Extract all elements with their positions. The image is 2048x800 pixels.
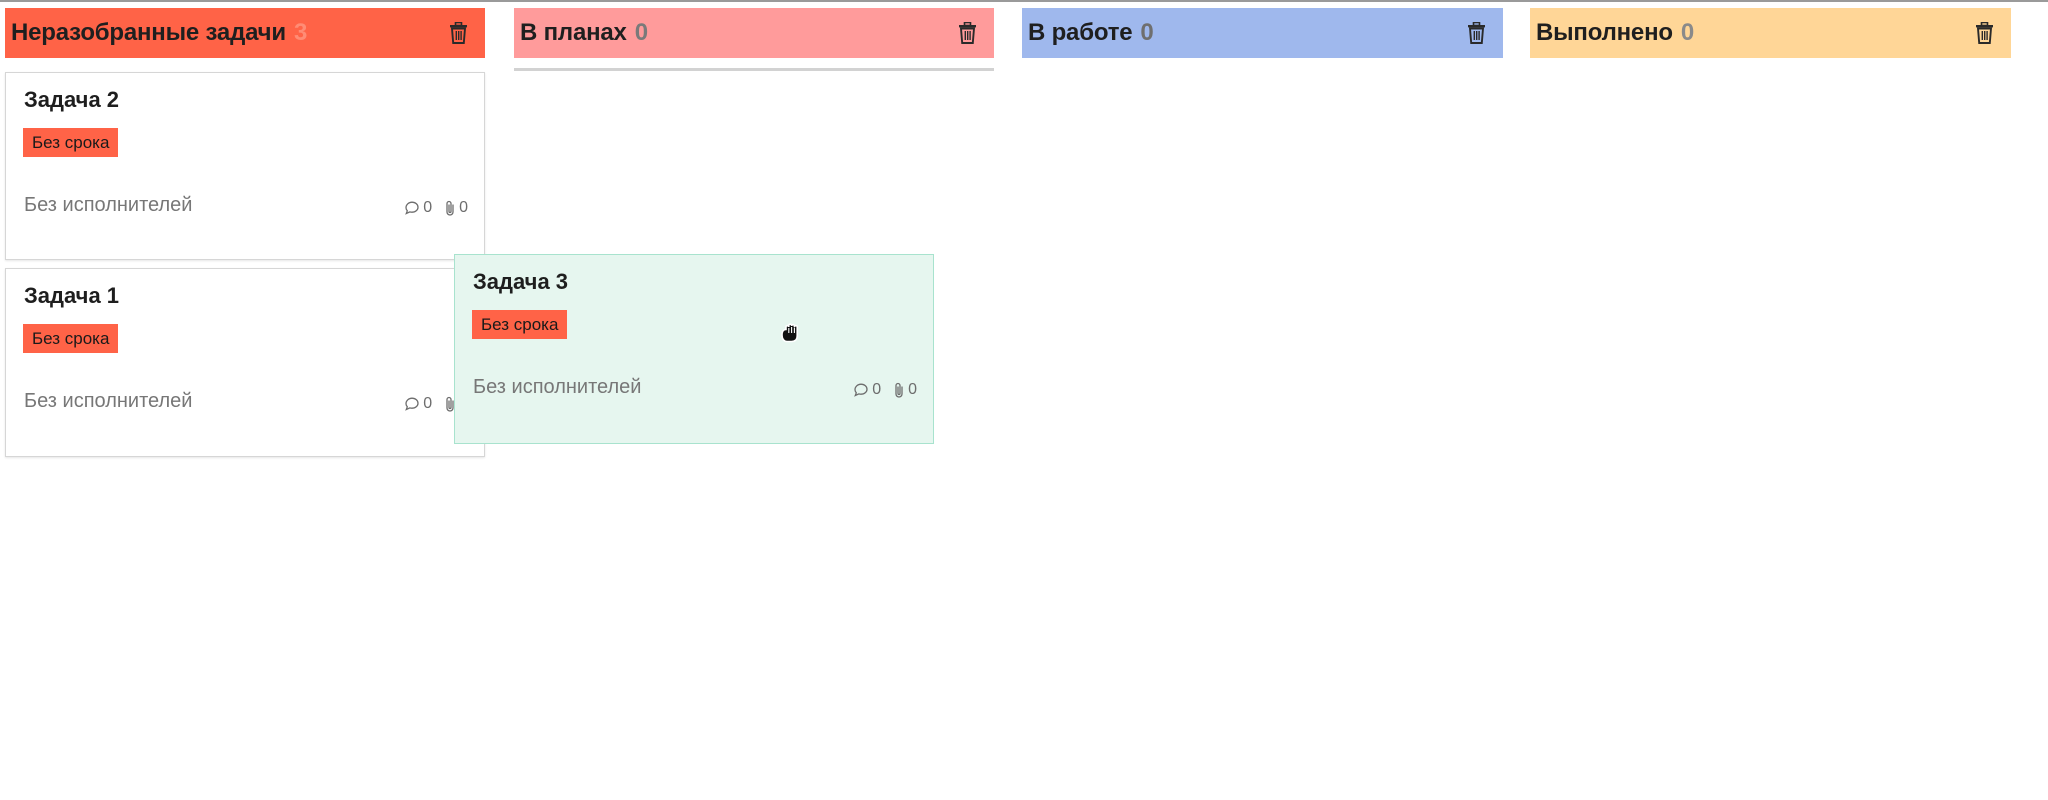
column-count: 0: [1140, 19, 1154, 46]
column-title: В планах: [520, 19, 627, 46]
deadline-badge: Без срока: [472, 310, 568, 339]
paperclip-icon: [893, 381, 905, 399]
card-meta: 0 0: [853, 381, 917, 399]
assignees-label: Без исполнителей: [473, 376, 642, 398]
column-count: 0: [1680, 19, 1695, 46]
paperclip-icon: [444, 199, 456, 217]
card-meta: 0 0: [404, 199, 468, 217]
task-title: Задача 1: [24, 283, 120, 308]
task-card[interactable]: Задача 2 Без срока Без исполнителей 0 0: [5, 72, 485, 260]
column-title-group: В планах 0: [520, 19, 648, 47]
column-title-group: Неразобранные задачи 3: [11, 19, 307, 47]
trash-icon: [449, 22, 467, 44]
attachments-count: 0: [459, 199, 468, 216]
delete-column-button[interactable]: [1969, 18, 1999, 48]
attachments-count: 0: [908, 381, 917, 398]
deadline-badge: Без срока: [23, 324, 119, 353]
column-header-unsorted: Неразобранные задачи 3: [5, 8, 485, 58]
comments-count: 0: [423, 199, 433, 216]
comments-count: 0: [872, 381, 882, 398]
column-title: Выполнено: [1536, 19, 1673, 46]
comment-bubble-icon: [853, 382, 869, 398]
column-header-planned: В планах 0: [514, 8, 994, 58]
trash-icon: [1975, 22, 1993, 44]
task-card[interactable]: Задача 1 Без срока Без исполнителей 0 0: [5, 268, 485, 457]
drop-placeholder: [514, 68, 994, 71]
top-divider: [0, 0, 2048, 2]
task-title: Задача 2: [24, 87, 120, 112]
delete-column-button[interactable]: [1461, 18, 1491, 48]
trash-icon: [1467, 22, 1485, 44]
comment-bubble-icon: [404, 200, 420, 216]
trash-icon: [958, 22, 976, 44]
delete-column-button[interactable]: [952, 18, 982, 48]
task-title: Задача 3: [473, 269, 569, 294]
column-title-group: В работе 0: [1028, 19, 1154, 47]
column-header-in-progress: В работе 0: [1022, 8, 1503, 58]
column-count: 0: [634, 19, 649, 46]
column-title: В работе: [1028, 19, 1133, 46]
column-count: 3: [293, 19, 308, 46]
assignees-label: Без исполнителей: [24, 194, 193, 216]
grab-hand-icon: [776, 317, 810, 351]
assignees-label: Без исполнителей: [24, 390, 193, 412]
task-card-dragging[interactable]: Задача 3 Без срока Без исполнителей 0 0: [454, 254, 934, 444]
column-header-done: Выполнено 0: [1530, 8, 2011, 58]
column-title: Неразобранные задачи: [11, 19, 286, 46]
comment-bubble-icon: [404, 396, 420, 412]
column-title-group: Выполнено 0: [1536, 19, 1694, 47]
comments-count: 0: [423, 395, 433, 412]
delete-column-button[interactable]: [443, 18, 473, 48]
deadline-badge: Без срока: [23, 128, 119, 157]
